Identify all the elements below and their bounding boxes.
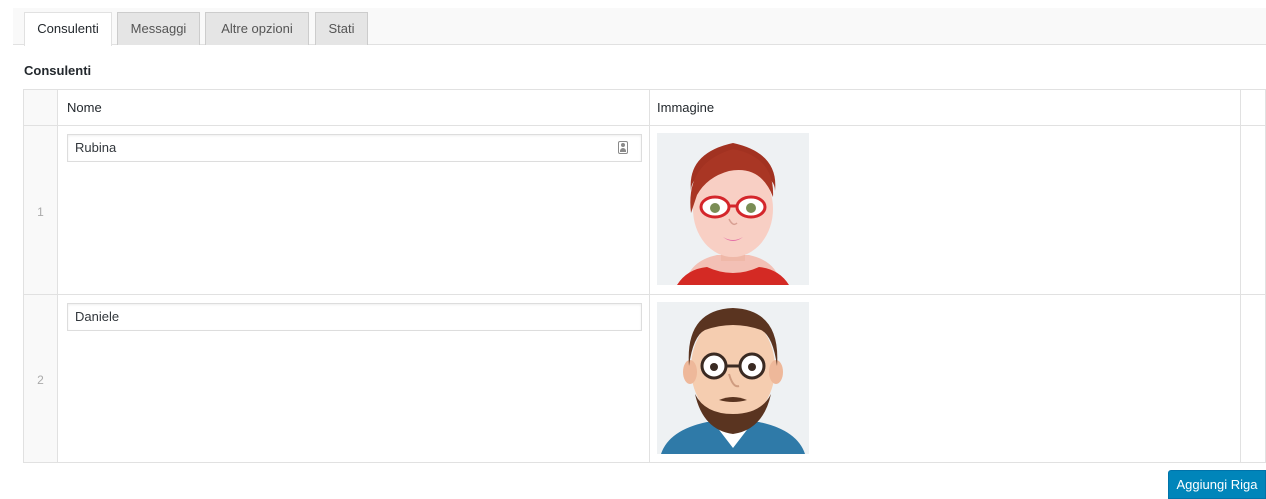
row-index-column [24,90,58,462]
row-divider [24,294,1265,295]
name-input[interactable]: Daniele [67,303,642,331]
consultants-table: Nome Immagine 1 Rubina 2 Daniele [23,89,1266,463]
name-input-value: Daniele [75,309,120,324]
column-header-immagine: Immagine [657,100,715,115]
tab-altre-opzioni[interactable]: Altre opzioni [205,12,309,45]
male-avatar-icon[interactable] [657,302,809,454]
column-divider [649,90,650,462]
tab-stati[interactable]: Stati [315,12,368,45]
contact-card-icon[interactable] [618,141,628,154]
row-number[interactable]: 2 [24,373,57,387]
tab-bar: Consulenti Messaggi Altre opzioni Stati [13,8,1266,46]
row-number[interactable]: 1 [24,205,57,219]
add-row-button[interactable]: Aggiungi Riga [1168,470,1266,499]
name-input-value: Rubina [75,140,117,155]
column-header-nome: Nome [67,100,102,115]
female-avatar-icon[interactable] [657,133,809,285]
tab-consulenti[interactable]: Consulenti [24,12,112,46]
name-input[interactable]: Rubina [67,134,642,162]
tab-messaggi[interactable]: Messaggi [117,12,200,45]
section-title: Consulenti [24,63,92,78]
column-divider [1240,90,1241,462]
options-page: Consulenti Messaggi Altre opzioni Stati … [0,0,1266,499]
header-divider [24,125,1265,126]
